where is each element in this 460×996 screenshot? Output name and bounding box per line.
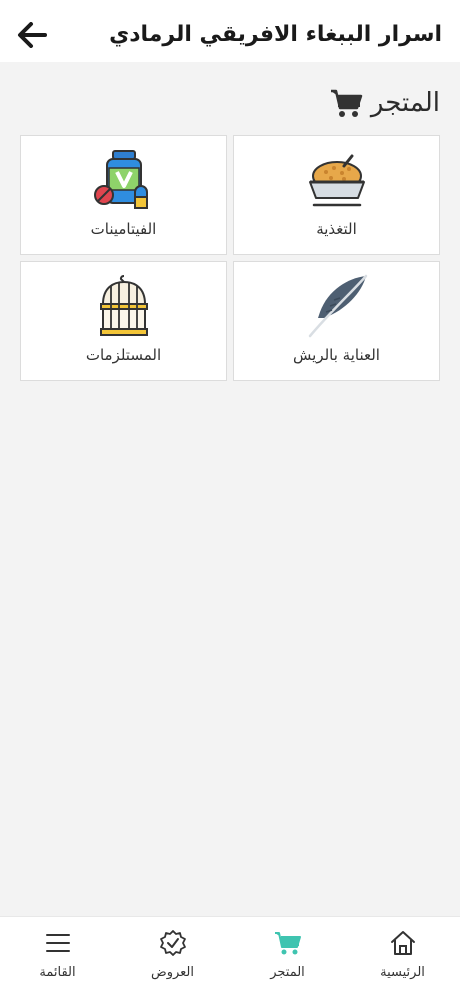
- category-label: العناية بالريش: [293, 346, 380, 364]
- nav-item-home[interactable]: الرئيسية: [345, 917, 460, 996]
- back-button[interactable]: [14, 18, 50, 52]
- bottom-navigation: الرئيسية المتجر العروض القائمة: [0, 916, 460, 996]
- home-icon: [390, 931, 415, 955]
- app-root: اسرار الببغاء الافريقي الرمادي المتجر ال: [0, 0, 460, 996]
- feather-icon: [308, 274, 367, 338]
- category-label: التغذية: [316, 220, 357, 238]
- nav-item-offers[interactable]: العروض: [115, 917, 230, 996]
- section-title: المتجر: [370, 88, 440, 118]
- nav-label-home: الرئيسية: [380, 965, 425, 980]
- app-title: اسرار الببغاء الافريقي الرمادي: [109, 22, 442, 47]
- menu-icon: [45, 934, 70, 952]
- arrow-left-icon: [18, 22, 47, 48]
- section-heading: المتجر: [329, 86, 440, 120]
- nav-item-menu[interactable]: القائمة: [0, 917, 115, 996]
- category-card-feather-care[interactable]: العناية بالريش: [233, 261, 440, 381]
- category-card-supplies[interactable]: المستلزمات: [20, 261, 227, 381]
- bird-cage-icon: [99, 275, 148, 336]
- category-card-nutrition[interactable]: التغذية: [233, 135, 440, 255]
- category-grid: التغذية الفيتامينات العناية بالريش المست…: [20, 135, 440, 381]
- nav-label-menu: القائمة: [39, 965, 76, 980]
- category-label: الفيتامينات: [90, 220, 157, 238]
- category-label: المستلزمات: [85, 346, 162, 364]
- nav-label-offers: العروض: [150, 965, 194, 980]
- nav-item-store[interactable]: المتجر: [230, 917, 345, 996]
- nav-label-store: المتجر: [270, 965, 305, 980]
- food-bowl-icon: [308, 154, 365, 207]
- offer-badge-icon: [159, 930, 186, 956]
- cart-icon: [330, 89, 363, 117]
- cart-icon: [274, 932, 301, 955]
- vitamins-bottle-icon: [93, 150, 148, 209]
- category-card-vitamins[interactable]: الفيتامينات: [20, 135, 227, 255]
- top-app-bar: اسرار الببغاء الافريقي الرمادي: [0, 0, 460, 62]
